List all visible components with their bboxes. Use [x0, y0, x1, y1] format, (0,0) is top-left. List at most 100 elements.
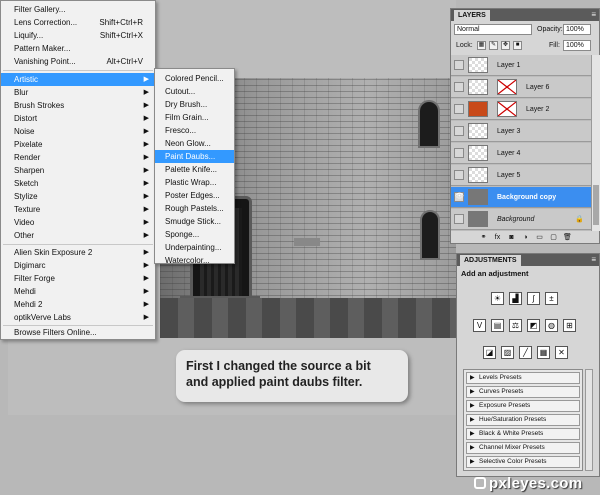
- menu-item-pattern-maker[interactable]: Pattern Maker...: [1, 42, 155, 55]
- preset-curves[interactable]: ▶ Curves Presets: [466, 386, 580, 398]
- lock-image-icon[interactable]: ✎: [489, 41, 498, 50]
- new-group-icon[interactable]: ▭: [535, 234, 544, 243]
- preset-selective-color[interactable]: ▶ Selective Color Presets: [466, 456, 580, 468]
- visibility-eye-icon[interactable]: 👁: [454, 192, 464, 202]
- menu-item-blur[interactable]: Blur ▶: [1, 86, 155, 99]
- submenu-item-underpainting[interactable]: Underpainting...: [155, 241, 234, 254]
- color-balance-icon[interactable]: ⚖: [509, 319, 522, 332]
- tab-adjustments[interactable]: ADJUSTMENTS: [460, 255, 521, 266]
- adjustment-layer-icon[interactable]: ◑: [521, 234, 530, 243]
- layers-scrollbar[interactable]: [591, 55, 600, 231]
- lock-position-icon[interactable]: ✥: [501, 41, 510, 50]
- menu-item-distort[interactable]: Distort ▶: [1, 112, 155, 125]
- submenu-item-plastic-wrap[interactable]: Plastic Wrap...: [155, 176, 234, 189]
- preset-black-white[interactable]: ▶ Black & White Presets: [466, 428, 580, 440]
- menu-item-noise[interactable]: Noise ▶: [1, 125, 155, 138]
- menu-item-alien-skin[interactable]: Alien Skin Exposure 2 ▶: [1, 246, 155, 259]
- channel-mixer-icon[interactable]: ⊞: [563, 319, 576, 332]
- submenu-item-smudge-stick[interactable]: Smudge Stick...: [155, 215, 234, 228]
- link-layers-icon[interactable]: ⚭: [479, 234, 488, 243]
- posterize-icon[interactable]: ▨: [501, 346, 514, 359]
- menu-item-mehdi[interactable]: Mehdi ▶: [1, 285, 155, 298]
- layer-row[interactable]: Layer 1: [451, 55, 591, 76]
- visibility-toggle[interactable]: [454, 104, 464, 114]
- exposure-icon[interactable]: ±: [545, 292, 558, 305]
- menu-item-filter-gallery[interactable]: Filter Gallery...: [1, 3, 155, 16]
- layer-row[interactable]: Layer 2: [451, 99, 591, 120]
- submenu-item-cutout[interactable]: Cutout...: [155, 85, 234, 98]
- menu-item-vanishing-point[interactable]: Vanishing Point... Alt+Ctrl+V: [1, 55, 155, 68]
- menu-item-stylize[interactable]: Stylize ▶: [1, 190, 155, 203]
- submenu-item-fresco[interactable]: Fresco...: [155, 124, 234, 137]
- black-white-icon[interactable]: ◩: [527, 319, 540, 332]
- layer-row-active[interactable]: 👁 Background copy: [451, 187, 591, 208]
- submenu-item-poster-edges[interactable]: Poster Edges...: [155, 189, 234, 202]
- visibility-toggle[interactable]: [454, 82, 464, 92]
- visibility-toggle[interactable]: [454, 126, 464, 136]
- opacity-field[interactable]: 100%: [563, 24, 591, 35]
- submenu-item-watercolor[interactable]: Watercolor...: [155, 254, 234, 267]
- layer-row-background[interactable]: Background 🔒: [451, 209, 591, 230]
- submenu-item-paint-daubs[interactable]: Paint Daubs...: [155, 150, 234, 163]
- layer-row[interactable]: Layer 6: [451, 77, 591, 98]
- submenu-item-neon-glow[interactable]: Neon Glow...: [155, 137, 234, 150]
- menu-item-digimarc[interactable]: Digimarc ▶: [1, 259, 155, 272]
- preset-levels[interactable]: ▶ Levels Presets: [466, 372, 580, 384]
- vibrance-icon[interactable]: V: [473, 319, 486, 332]
- levels-icon[interactable]: ▟: [509, 292, 522, 305]
- menu-item-mehdi-2[interactable]: Mehdi 2 ▶: [1, 298, 155, 311]
- menu-item-brush-strokes[interactable]: Brush Strokes ▶: [1, 99, 155, 112]
- panel-menu-icon[interactable]: ≡: [591, 255, 596, 265]
- adjustments-title: Add an adjustment: [461, 269, 529, 278]
- menu-item-other[interactable]: Other ▶: [1, 229, 155, 242]
- tab-layers[interactable]: LAYERS: [454, 10, 490, 21]
- presets-scrollbar[interactable]: [585, 369, 593, 471]
- visibility-toggle[interactable]: [454, 170, 464, 180]
- delete-layer-icon[interactable]: 🗑: [563, 234, 572, 243]
- new-layer-icon[interactable]: ▢: [549, 234, 558, 243]
- lock-transparency-icon[interactable]: ▦: [477, 41, 486, 50]
- menu-item-liquify[interactable]: Liquify... Shift+Ctrl+X: [1, 29, 155, 42]
- submenu-item-colored-pencil[interactable]: Colored Pencil...: [155, 72, 234, 85]
- visibility-toggle[interactable]: [454, 214, 464, 224]
- layer-row[interactable]: Layer 3: [451, 121, 591, 142]
- preset-hue-saturation[interactable]: ▶ Hue/Saturation Presets: [466, 414, 580, 426]
- menu-item-sharpen[interactable]: Sharpen ▶: [1, 164, 155, 177]
- menu-item-lens-correction[interactable]: Lens Correction... Shift+Ctrl+R: [1, 16, 155, 29]
- curves-icon[interactable]: ∫: [527, 292, 540, 305]
- blend-mode-select[interactable]: Normal: [454, 24, 532, 35]
- menu-item-render[interactable]: Render ▶: [1, 151, 155, 164]
- selective-color-icon[interactable]: ✕: [555, 346, 568, 359]
- menu-item-filter-forge[interactable]: Filter Forge ▶: [1, 272, 155, 285]
- preset-exposure[interactable]: ▶ Exposure Presets: [466, 400, 580, 412]
- submenu-item-palette-knife[interactable]: Palette Knife...: [155, 163, 234, 176]
- visibility-toggle[interactable]: [454, 60, 464, 70]
- threshold-icon[interactable]: ╱: [519, 346, 532, 359]
- lock-all-icon[interactable]: ■: [513, 41, 522, 50]
- photo-filter-icon[interactable]: ◍: [545, 319, 558, 332]
- menu-item-video[interactable]: Video ▶: [1, 216, 155, 229]
- add-mask-icon[interactable]: ◙: [507, 234, 516, 243]
- menu-item-optikverve[interactable]: optikVerve Labs ▶: [1, 311, 155, 324]
- hue-saturation-icon[interactable]: ▤: [491, 319, 504, 332]
- submenu-item-rough-pastels[interactable]: Rough Pastels...: [155, 202, 234, 215]
- menu-item-texture[interactable]: Texture ▶: [1, 203, 155, 216]
- layer-style-icon[interactable]: fx: [493, 234, 502, 243]
- layer-row[interactable]: Layer 5: [451, 165, 591, 186]
- scrollbar-thumb[interactable]: [593, 185, 599, 225]
- gradient-map-icon[interactable]: ▦: [537, 346, 550, 359]
- submenu-item-sponge[interactable]: Sponge...: [155, 228, 234, 241]
- menu-item-pixelate[interactable]: Pixelate ▶: [1, 138, 155, 151]
- visibility-toggle[interactable]: [454, 148, 464, 158]
- menu-item-artistic[interactable]: Artistic ▶: [1, 73, 155, 86]
- fill-field[interactable]: 100%: [563, 40, 591, 51]
- brightness-contrast-icon[interactable]: ☀: [491, 292, 504, 305]
- panel-menu-icon[interactable]: ≡: [591, 10, 596, 20]
- menu-item-sketch[interactable]: Sketch ▶: [1, 177, 155, 190]
- layer-row[interactable]: Layer 4: [451, 143, 591, 164]
- preset-channel-mixer[interactable]: ▶ Channel Mixer Presets: [466, 442, 580, 454]
- submenu-item-film-grain[interactable]: Film Grain...: [155, 111, 234, 124]
- invert-icon[interactable]: ◪: [483, 346, 496, 359]
- menu-item-browse-filters[interactable]: Browse Filters Online...: [1, 326, 155, 339]
- submenu-item-dry-brush[interactable]: Dry Brush...: [155, 98, 234, 111]
